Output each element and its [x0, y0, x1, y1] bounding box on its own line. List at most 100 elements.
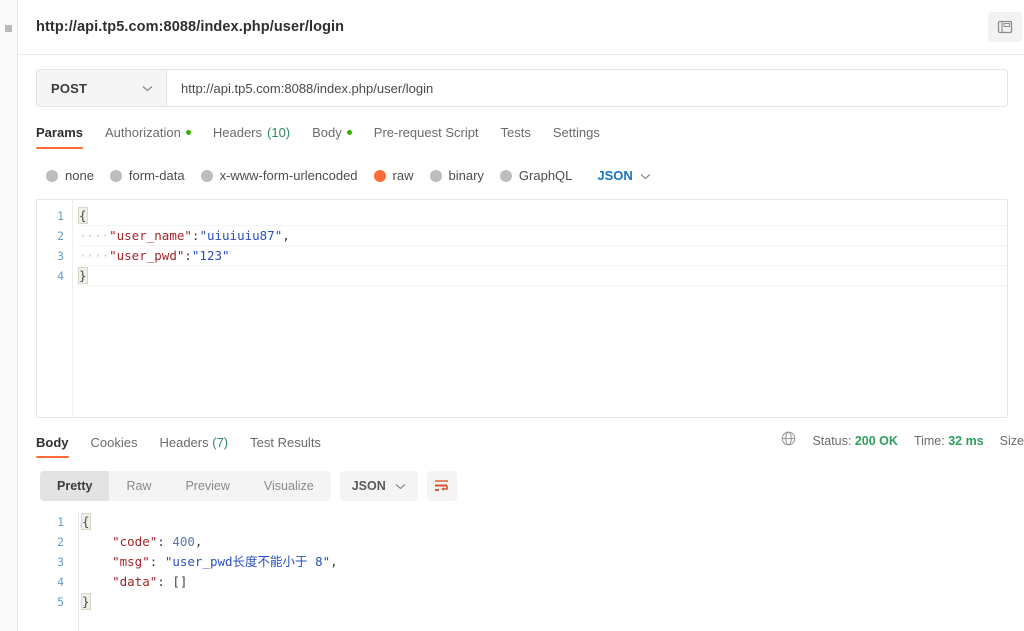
code-token: { [78, 207, 88, 224]
code-line: } [78, 266, 1007, 286]
tab-authorization-label: Authorization [104, 125, 181, 140]
code-token: "data" [112, 574, 158, 589]
body-type-form-data-label: form-data [128, 168, 185, 183]
tab-params[interactable]: Params [36, 125, 83, 149]
time-value: 32 ms [948, 434, 984, 448]
http-method-label: POST [51, 80, 88, 96]
radio-selected-icon [373, 169, 386, 182]
code-token: "user_pwd长度不能小于 8" [164, 554, 331, 569]
code-token: } [81, 593, 91, 610]
sidebar-collapse-handle-icon[interactable] [5, 25, 12, 32]
http-method-select[interactable]: POST [37, 70, 167, 106]
response-format-label: JSON [351, 478, 386, 493]
code-token: , [330, 554, 338, 569]
line-number: 1 [57, 515, 64, 529]
response-body[interactable]: 1 2 3 4 5 { "code": 400, "msg": "user_pw… [18, 502, 1024, 631]
save-request-button[interactable] [988, 12, 1022, 42]
response-format-toolbar: Pretty Raw Preview Visualize JSON [18, 458, 1024, 502]
code-token: "code" [112, 534, 158, 549]
request-body-code[interactable]: { ····"user_name":"uiuiuiu87", ····"user… [73, 200, 1007, 417]
body-type-graphql[interactable]: GraphQL [499, 168, 573, 183]
radio-icon [200, 169, 213, 182]
radio-icon [499, 169, 512, 182]
tab-tests[interactable]: Tests [501, 125, 531, 149]
response-meta: Status: 200 OK Time: 32 ms Size [781, 431, 1024, 458]
status-value: 200 OK [854, 434, 898, 448]
code-token: "user_pwd" [109, 248, 185, 263]
save-panel-icon [997, 20, 1013, 34]
tab-headers-label: Headers [212, 125, 263, 140]
status-badge: Status: 200 OK [812, 434, 898, 448]
response-tab-body-label: Body [36, 435, 69, 450]
tab-headers[interactable]: Headers (10) [213, 125, 290, 149]
body-type-form-data[interactable]: form-data [109, 168, 185, 183]
code-token: : [184, 248, 192, 263]
response-tab-headers-count: (7) [212, 435, 229, 450]
line-number: 3 [57, 555, 64, 569]
response-tabs: Body Cookies Headers (7) Test Results [36, 435, 321, 458]
time-label: Time: [913, 434, 945, 448]
body-type-urlencoded-label: x-www-form-urlencoded [219, 168, 358, 183]
radio-icon [429, 169, 442, 182]
response-tab-cookies-label: Cookies [90, 435, 138, 450]
response-view-preview[interactable]: Preview [168, 471, 246, 501]
body-type-binary-label: binary [448, 168, 484, 183]
tab-pre-request-script[interactable]: Pre-request Script [374, 125, 479, 149]
tab-pre-request-script-label: Pre-request Script [373, 125, 479, 140]
response-view-raw[interactable]: Raw [109, 471, 168, 501]
body-type-binary[interactable]: binary [429, 168, 484, 183]
tab-settings[interactable]: Settings [553, 125, 600, 149]
code-token: : [157, 574, 173, 589]
body-type-raw[interactable]: raw [373, 168, 414, 183]
chevron-down-icon [142, 79, 153, 97]
code-token: 400 [172, 534, 195, 549]
response-view-visualize[interactable]: Visualize [247, 471, 331, 501]
tab-authorization[interactable]: Authorization [105, 125, 191, 149]
response-tab-headers[interactable]: Headers (7) [159, 435, 228, 458]
body-type-options: none form-data x-www-form-urlencoded raw… [18, 149, 1024, 189]
tab-params-label: Params [36, 125, 83, 140]
code-line: } [81, 592, 1024, 612]
code-line: { [81, 512, 1024, 532]
url-input[interactable]: http://api.tp5.com:8088/index.php/user/l… [167, 70, 1007, 106]
code-line: { [78, 206, 1007, 226]
response-view-segmented: Pretty Raw Preview Visualize [40, 470, 331, 501]
tab-body-label: Body [312, 125, 342, 140]
tab-body[interactable]: Body [312, 125, 352, 149]
code-token: "uiuiuiu87" [199, 228, 283, 243]
postman-window: http://api.tp5.com:8088/index.php/user/l… [0, 0, 1024, 631]
response-pane: Body Cookies Headers (7) Test Results St… [18, 418, 1024, 631]
response-tab-cookies[interactable]: Cookies [91, 435, 138, 458]
body-type-urlencoded[interactable]: x-www-form-urlencoded [200, 168, 358, 183]
response-tab-test-results[interactable]: Test Results [250, 435, 321, 458]
globe-icon[interactable] [781, 431, 796, 451]
line-number: 2 [57, 535, 64, 549]
word-wrap-button[interactable] [426, 470, 457, 501]
chevron-down-icon [640, 167, 651, 185]
response-view-pretty[interactable]: Pretty [40, 470, 110, 501]
modified-dot-icon [346, 130, 352, 135]
line-number: 4 [57, 269, 64, 283]
response-body-code: { "code": 400, "msg": "user_pwd长度不能小于 8"… [72, 510, 1024, 631]
body-type-graphql-label: GraphQL [518, 168, 573, 183]
response-format-select[interactable]: JSON [339, 470, 418, 501]
request-tabs: Params Authorization Headers (10) Body P… [18, 107, 1024, 149]
tab-tests-label: Tests [500, 125, 531, 140]
url-row: POST http://api.tp5.com:8088/index.php/u… [18, 55, 1024, 107]
time-badge: Time: 32 ms [914, 434, 984, 448]
request-body-editor[interactable]: 1 2 3 4 { ····"user_name":"uiuiuiu87", ·… [36, 199, 1008, 418]
tab-settings-label: Settings [552, 125, 600, 140]
request-line-numbers: 1 2 3 4 [37, 200, 73, 417]
body-type-none[interactable]: none [46, 168, 94, 183]
response-tab-headers-label: Headers [159, 435, 209, 450]
response-tab-body[interactable]: Body [36, 435, 69, 458]
line-number: 5 [57, 595, 64, 609]
sidebar-edge [0, 0, 18, 631]
radio-icon [46, 169, 58, 182]
code-token: , [282, 228, 290, 243]
request-body-editor-wrap: 1 2 3 4 { ····"user_name":"uiuiuiu87", ·… [18, 189, 1024, 418]
size-badge: Size [999, 434, 1024, 448]
code-token: } [78, 267, 88, 284]
raw-format-label: JSON [597, 168, 633, 183]
raw-format-select[interactable]: JSON [597, 167, 651, 185]
